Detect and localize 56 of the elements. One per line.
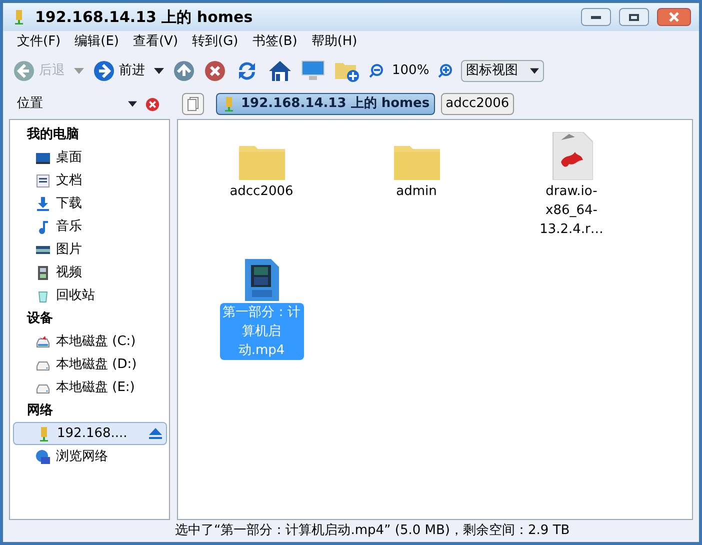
sidebar-item[interactable]: 文档 — [13, 169, 167, 192]
dropdown-arrow-icon[interactable] — [154, 68, 164, 74]
zoom-out-icon[interactable] — [369, 64, 383, 78]
sidebar-item[interactable]: 浏览网络 — [13, 445, 167, 468]
home-icon[interactable] — [268, 60, 292, 82]
zoom-in-icon[interactable] — [438, 64, 452, 78]
sidebar-heading: 设备 — [26, 310, 54, 328]
menu-item[interactable]: 编辑(E) — [74, 32, 119, 52]
sidebar-heading: 我的电脑 — [26, 126, 80, 144]
computer-icon[interactable] — [301, 60, 325, 82]
sidebar-heading: 网络 — [26, 402, 54, 420]
status-text: 选中了“第一部分：计算机启动.mp4” (5.0 MB)，剩余空间：2.9 TB — [175, 522, 570, 540]
video-file-icon — [244, 259, 278, 301]
sidebar-item[interactable]: 图片 — [13, 238, 167, 261]
forward-button[interactable]: 前进 — [93, 60, 145, 82]
sidebar-item[interactable]: 下载 — [13, 192, 167, 215]
file-item[interactable]: admin — [339, 130, 494, 239]
stop-icon[interactable] — [204, 60, 226, 82]
zoom-level: 100% — [392, 62, 430, 80]
menu-item[interactable]: 帮助(H) — [311, 32, 358, 52]
sidebar-selector[interactable]: 位置 — [17, 94, 137, 114]
sidebar-item[interactable]: 本地磁盘 (C:) — [13, 330, 167, 353]
view-dropdown[interactable]: 图标视图 — [461, 60, 544, 82]
sidebar-item[interactable]: 桌面 — [13, 146, 167, 169]
document-icon — [35, 172, 51, 188]
sidebar-item[interactable]: 回收站 — [13, 284, 167, 307]
eject-icon[interactable] — [149, 428, 162, 439]
file-item[interactable]: adcc2006 — [184, 130, 339, 239]
caret-icon — [530, 68, 540, 74]
minimize-button[interactable] — [581, 8, 611, 26]
close-sidebar-icon[interactable] — [145, 96, 160, 112]
sidebar-item[interactable]: 音乐 — [13, 215, 167, 238]
toggle-path-button[interactable] — [182, 93, 204, 115]
menu-item[interactable]: 转到(G) — [192, 32, 238, 52]
new-folder-icon[interactable] — [334, 60, 360, 82]
folder-icon — [238, 144, 284, 180]
path-button[interactable]: 192.168.14.13 上的 homes — [216, 93, 435, 115]
maximize-button[interactable] — [619, 8, 649, 26]
menu-item[interactable]: 文件(F) — [17, 32, 61, 52]
pages-icon — [187, 97, 199, 111]
sidebar-item[interactable]: 192.168.... — [13, 422, 167, 445]
sidebar-item[interactable]: 本地磁盘 (E:) — [13, 376, 167, 399]
download-icon — [35, 196, 51, 212]
menu-item[interactable]: 书签(B) — [252, 32, 298, 52]
window-title: 192.168.14.13 上的 homes — [35, 6, 254, 28]
path-button[interactable]: adcc2006 — [440, 93, 514, 115]
caret-icon — [128, 101, 137, 107]
file-item[interactable]: draw.io-x86_64-13.2.4.r… — [494, 130, 649, 239]
folder-icon — [394, 144, 440, 180]
menu-item[interactable]: 查看(V) — [132, 32, 178, 52]
close-button[interactable] — [657, 8, 691, 26]
drive-icon — [35, 334, 51, 350]
sidebar-item[interactable]: 视频 — [13, 261, 167, 284]
sidebar-item[interactable]: 本地磁盘 (D:) — [13, 353, 167, 376]
close-icon — [669, 12, 679, 22]
film-icon — [35, 264, 51, 280]
